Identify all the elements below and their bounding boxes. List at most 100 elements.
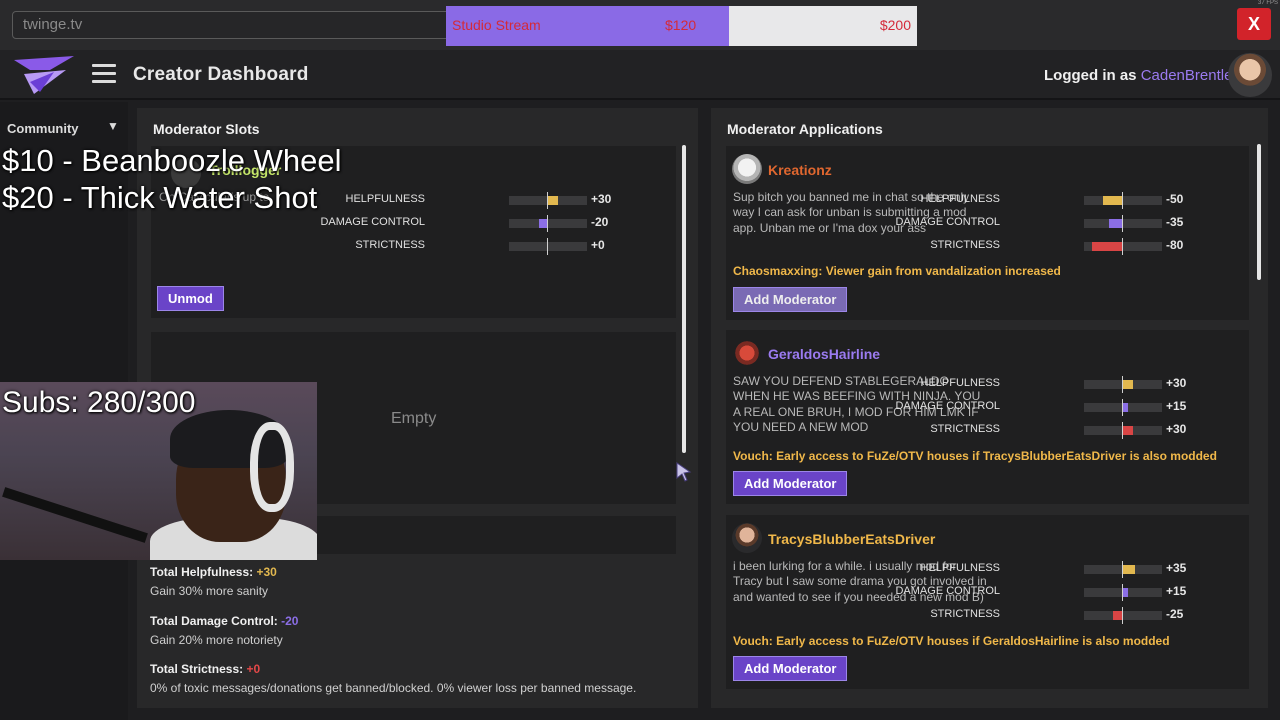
stat-value: -25 [1166, 607, 1184, 621]
stat-fill [539, 219, 547, 228]
scrollbar[interactable] [682, 145, 686, 453]
stat-center-line [1122, 399, 1123, 416]
moderator-applications-panel: Moderator Applications Kreationz Sup bit… [711, 108, 1268, 708]
total-helpfulness: Total Helpfulness: +30 [150, 565, 277, 579]
stat-fill [1112, 611, 1122, 620]
total-helpfulness-value: +30 [256, 565, 277, 579]
total-helpfulness-desc: Gain 30% more sanity [150, 584, 269, 598]
stat-label: HELPFULNESS [920, 193, 1000, 205]
stat-bar [1084, 584, 1162, 601]
total-damage-control: Total Damage Control: -20 [150, 614, 298, 628]
moderator-applications-title: Moderator Applications [727, 121, 883, 137]
twinge-logo-icon[interactable] [10, 52, 80, 103]
url-bar[interactable]: twinge.tv [12, 11, 452, 39]
stat-label: STRICTNESS [930, 239, 1000, 251]
stat-value: -35 [1166, 215, 1184, 229]
stat-fill [1091, 242, 1122, 251]
application-perk: Vouch: Early access to FuZe/OTV houses i… [733, 449, 1217, 463]
user-avatar[interactable] [1228, 53, 1272, 97]
stat-bar [509, 215, 587, 232]
logged-in-status: Logged in as CadenBrentley [1044, 67, 1240, 84]
scrollbar[interactable] [1257, 144, 1261, 280]
stat-value: +30 [591, 192, 612, 206]
username-link[interactable]: CadenBrentley [1141, 67, 1240, 84]
applicant-name: GeraldosHairline [768, 346, 881, 362]
fps-counter: 37 FPS [1257, 0, 1278, 6]
stat-value: +15 [1166, 399, 1187, 413]
applicant-name: Kreationz [768, 162, 832, 178]
stat-value: +30 [1166, 422, 1187, 436]
stat-label: DAMAGE CONTROL [895, 216, 1000, 228]
webcam-mic-arm [2, 487, 148, 543]
total-helpfulness-label: Total Helpfulness: [150, 565, 257, 579]
donation-goal-current: $120 [665, 17, 697, 33]
add-moderator-button[interactable]: Add Moderator [733, 656, 848, 681]
total-strictness-desc: 0% of toxic messages/donations get banne… [150, 681, 637, 695]
browser-bar: twinge.tv Studio Stream $120 $200 X 37 F… [0, 0, 1280, 50]
stat-value: +0 [591, 238, 605, 252]
donation-item: $20 - Thick Water Shot [2, 180, 318, 215]
application-card: TracysBlubberEatsDriver i been lurking f… [726, 515, 1249, 689]
total-damage-desc: Gain 20% more notoriety [150, 633, 283, 647]
stat-value: +30 [1166, 376, 1187, 390]
total-strictness-label: Total Strictness: [150, 662, 247, 676]
applicant-avatar [732, 338, 762, 368]
logged-in-prefix: Logged in as [1044, 67, 1141, 84]
donation-menu-overlay: $10 - Beanboozle Wheel $20 - Thick Water… [2, 142, 342, 216]
dashboard-header: Creator Dashboard Logged in as CadenBren… [0, 50, 1280, 100]
stat-label: DAMAGE CONTROL [895, 400, 1000, 412]
stat-bar [1084, 399, 1162, 416]
application-card: GeraldosHairline SAW YOU DEFEND STABLEGE… [726, 330, 1249, 504]
total-damage-label: Total Damage Control: [150, 614, 282, 628]
stat-label: STRICTNESS [930, 608, 1000, 620]
add-moderator-button[interactable]: Add Moderator [733, 287, 848, 312]
stat-value: -80 [1166, 238, 1184, 252]
stat-value: -20 [591, 215, 609, 229]
applicant-avatar [732, 154, 762, 184]
stat-center-line [547, 238, 548, 255]
stat-label: HELPFULNESS [920, 377, 1000, 389]
donation-goal-target: $200 [879, 17, 911, 33]
stat-label: HELPFULNESS [345, 193, 425, 205]
total-strictness-value: +0 [246, 662, 261, 676]
stat-bar [509, 192, 587, 209]
stat-value: +15 [1166, 584, 1187, 598]
stat-fill [1108, 219, 1122, 228]
empty-slot-label: Empty [391, 410, 437, 427]
stat-label: DAMAGE CONTROL [320, 216, 425, 228]
stat-bar [509, 238, 587, 255]
add-moderator-button[interactable]: Add Moderator [733, 471, 848, 496]
stat-center-line [1122, 238, 1123, 255]
stat-bar [1084, 238, 1162, 255]
stat-fill [1103, 196, 1122, 205]
application-card: Kreationz Sup bitch you banned me in cha… [726, 146, 1249, 320]
stat-bar [1084, 192, 1162, 209]
close-button[interactable]: X [1237, 8, 1271, 40]
stat-label: STRICTNESS [355, 239, 425, 251]
chevron-down-icon[interactable]: ▼ [107, 119, 119, 133]
mouse-cursor-icon [676, 462, 692, 487]
total-damage-value: -20 [281, 614, 299, 628]
stat-fill [1122, 380, 1134, 389]
sidebar-section-community[interactable]: Community [7, 121, 79, 136]
stat-center-line [1122, 561, 1123, 578]
stat-center-line [1122, 376, 1123, 393]
donation-goal-bar: Studio Stream $120 $200 [446, 6, 917, 46]
donation-item: $10 - Beanboozle Wheel [2, 143, 342, 178]
stat-fill [1122, 426, 1134, 435]
stat-center-line [547, 192, 548, 209]
total-strictness: Total Strictness: +0 [150, 662, 260, 676]
application-perk: Chaosmaxxing: Viewer gain from vandaliza… [733, 264, 1061, 278]
stat-value: +35 [1166, 561, 1187, 575]
stat-fill [547, 196, 559, 205]
stat-bar [1084, 422, 1162, 439]
hamburger-menu-icon[interactable] [92, 64, 116, 84]
stat-label: DAMAGE CONTROL [895, 585, 1000, 597]
stat-label: HELPFULNESS [920, 562, 1000, 574]
unmod-button[interactable]: Unmod [157, 286, 224, 311]
donation-goal-label: Studio Stream [452, 17, 541, 33]
stat-fill [1122, 565, 1136, 574]
stat-center-line [1122, 607, 1123, 624]
stat-bar [1084, 561, 1162, 578]
stat-center-line [1122, 584, 1123, 601]
